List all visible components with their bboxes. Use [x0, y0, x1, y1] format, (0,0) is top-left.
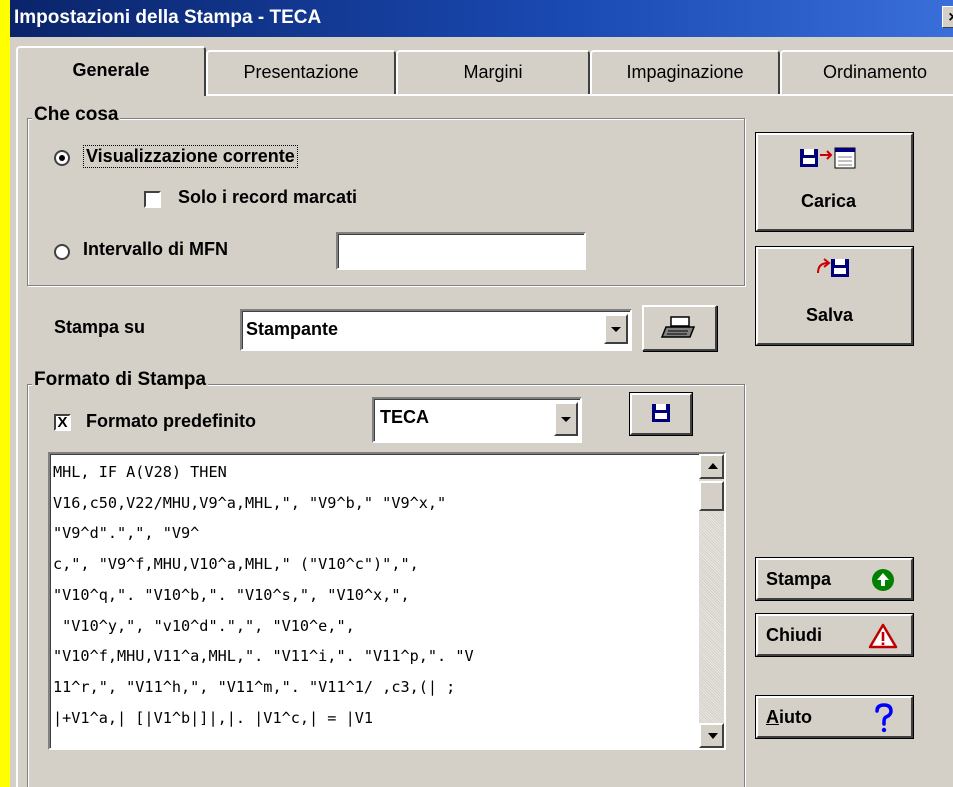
tab-impaginazione[interactable]: Impaginazione [590, 50, 780, 94]
title-bar: Impostazioni della Stampa - TECA × [10, 0, 953, 37]
aiuto-label-rest: iuto [779, 707, 812, 727]
radio-visualizzazione-corrente[interactable] [54, 150, 70, 166]
checkbox-formato-predefinito-label[interactable]: Formato predefinito [86, 411, 256, 432]
checkbox-solo-record-marcati-label[interactable]: Solo i record marcati [178, 187, 357, 208]
save-format-button[interactable] [629, 392, 693, 436]
vertical-scrollbar[interactable] [699, 454, 724, 748]
aiuto-button[interactable]: Aiuto [755, 695, 914, 739]
print-settings-window: Impostazioni della Stampa - TECA × Gener… [10, 0, 953, 787]
salva-label: Salva [806, 305, 854, 325]
window-title: Impostazioni della Stampa - TECA [14, 7, 322, 28]
tab-margini[interactable]: Margini [396, 50, 590, 94]
printer-icon [660, 316, 696, 338]
stampa-su-label: Stampa su [54, 317, 146, 337]
question-mark-icon [875, 703, 893, 733]
aiuto-label: Aiuto [766, 707, 812, 728]
tab-ordinamento[interactable]: Ordinamento [780, 50, 953, 94]
mfn-range-input[interactable] [336, 232, 586, 270]
formato-legend: Formato di Stampa [32, 369, 209, 391]
carica-button[interactable]: Carica [755, 132, 914, 232]
salva-button[interactable]: Salva [755, 246, 914, 346]
stampa-su-select[interactable]: Stampante [240, 309, 632, 351]
scroll-down-button[interactable] [699, 723, 724, 748]
floppy-icon [652, 404, 670, 422]
stampa-su-value: Stampante [246, 319, 339, 339]
chiudi-label: Chiudi [766, 625, 822, 645]
scroll-thumb[interactable] [699, 481, 724, 511]
chevron-down-icon[interactable] [604, 314, 628, 344]
scroll-up-button[interactable] [699, 454, 724, 479]
checkbox-formato-predefinito[interactable]: X [54, 414, 71, 431]
chiudi-button[interactable]: Chiudi [755, 613, 914, 657]
radio-selected-dot [59, 155, 65, 161]
format-code-text: MHL, IF A(V28) THEN V16,c50,V22/MHU,V9^a… [53, 463, 474, 727]
carica-label: Carica [801, 191, 857, 211]
stampa-label: Stampa [766, 569, 832, 589]
formato-select[interactable]: TECA [372, 397, 582, 443]
warning-triangle-icon [868, 623, 898, 649]
tab-generale[interactable]: Generale [16, 46, 206, 96]
arrow-to-floppy-icon [817, 258, 849, 277]
formato-select-value: TECA [380, 407, 429, 427]
green-up-arrow-icon [872, 569, 894, 591]
che-cosa-legend: Che cosa [32, 104, 121, 126]
close-button[interactable]: × [942, 6, 953, 28]
format-code-textarea[interactable]: MHL, IF A(V28) THEN V16,c50,V22/MHU,V9^a… [48, 452, 726, 750]
floppy-to-list-icon [800, 147, 856, 169]
radio-intervallo-mfn-label[interactable]: Intervallo di MFN [83, 239, 228, 260]
radio-visualizzazione-corrente-label[interactable]: Visualizzazione corrente [83, 145, 298, 168]
stampa-button[interactable]: Stampa [755, 557, 914, 601]
radio-intervallo-mfn[interactable] [54, 244, 70, 260]
aiuto-mnemonic: A [766, 707, 779, 727]
printer-button[interactable] [642, 305, 717, 351]
chevron-down-icon[interactable] [554, 402, 578, 436]
tab-presentazione[interactable]: Presentazione [206, 50, 396, 94]
checkbox-solo-record-marcati[interactable] [144, 191, 161, 208]
